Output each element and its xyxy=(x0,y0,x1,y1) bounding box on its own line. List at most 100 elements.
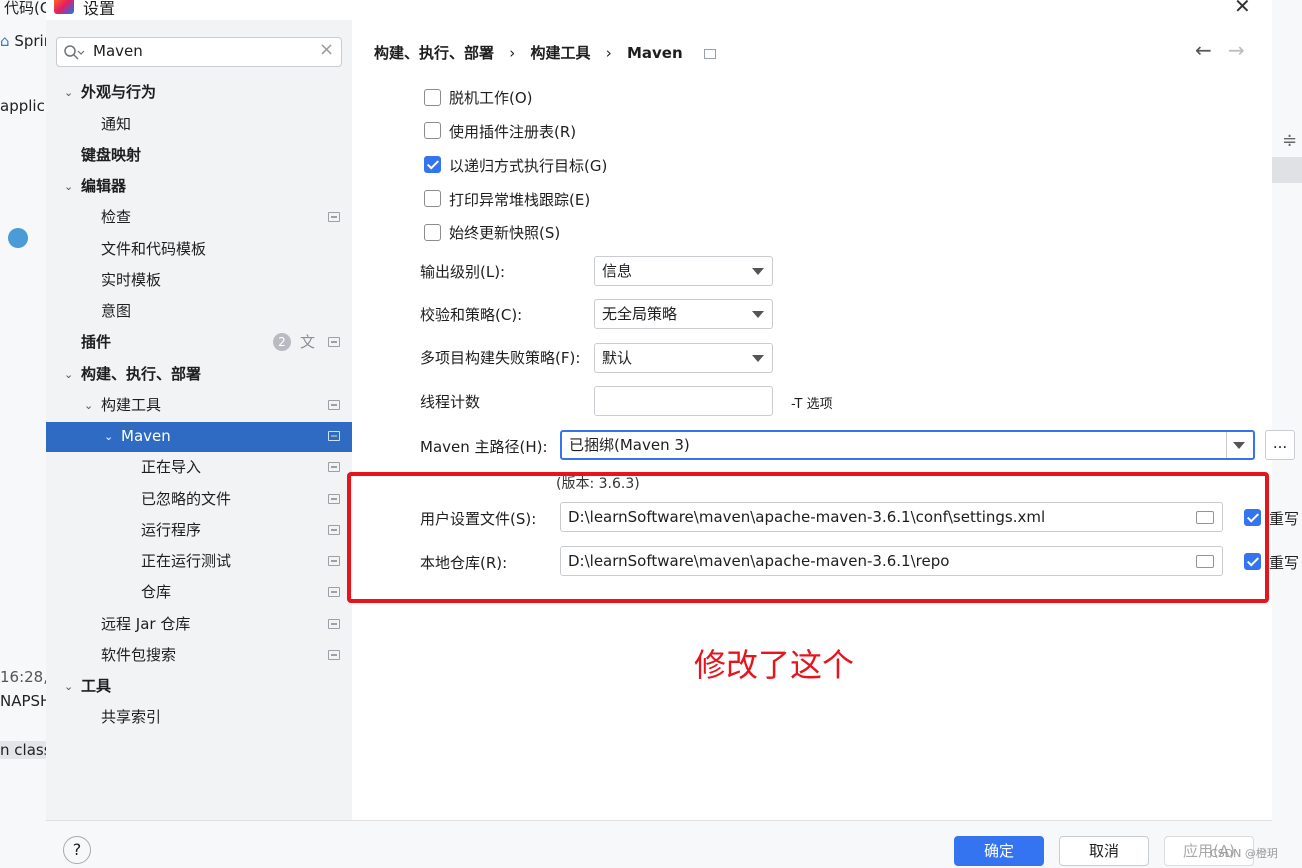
annotation-highlight-box xyxy=(347,472,1269,603)
bg-update-icon xyxy=(8,228,28,248)
offline-label: 脱机工作(O) xyxy=(449,89,533,107)
fail-policy-label: 多项目构建失败策略(F): xyxy=(420,349,581,367)
tree-item-inspections[interactable]: 检查 xyxy=(101,202,131,232)
chevron-down-icon[interactable]: ⌄ xyxy=(64,86,73,99)
close-icon[interactable]: ✕ xyxy=(1234,0,1251,18)
tree-item-package-search[interactable]: 软件包搜索 xyxy=(101,640,176,670)
clear-search-icon[interactable]: × xyxy=(319,39,334,60)
maven-home-select[interactable]: 已捆绑(Maven 3) xyxy=(560,430,1255,460)
tree-item-maven[interactable]: Maven xyxy=(121,421,171,451)
tree-item-ignored-files[interactable]: 已忽略的文件 xyxy=(141,484,231,514)
print-stacktrace-label: 打印异常堆栈跟踪(E) xyxy=(449,191,591,209)
project-scope-icon xyxy=(328,556,340,566)
output-level-select[interactable]: 信息 xyxy=(594,256,773,286)
bg-log-text: NAPSH xyxy=(0,692,46,710)
tree-item-importing[interactable]: 正在导入 xyxy=(141,452,201,482)
checksum-policy-value: 无全局策略 xyxy=(602,305,678,323)
checksum-policy-select[interactable]: 无全局策略 xyxy=(594,299,773,329)
checksum-policy-label: 校验和策略(C): xyxy=(420,306,523,324)
settings-sidebar: Maven × ⌄ 外观与行为 通知 键盘映射 ⌄ 编辑器 检查 文件和代码模板… xyxy=(46,20,352,820)
breadcrumb-item[interactable]: 构建工具 xyxy=(530,44,590,62)
project-scope-icon xyxy=(328,619,340,629)
help-icon[interactable]: ? xyxy=(63,836,91,864)
dropdown-arrow-icon xyxy=(752,268,764,275)
search-value: Maven xyxy=(93,42,143,60)
chevron-down-icon[interactable]: ⌄ xyxy=(84,399,93,412)
plugin-registry-checkbox[interactable] xyxy=(424,122,441,139)
offline-checkbox[interactable] xyxy=(424,89,441,106)
ok-button[interactable]: 确定 xyxy=(954,836,1044,866)
chevron-down-icon[interactable]: ⌄ xyxy=(104,430,113,443)
chevron-down-icon[interactable]: ⌄ xyxy=(64,180,73,193)
search-input[interactable]: Maven × xyxy=(56,37,342,67)
fail-policy-select[interactable]: 默认 xyxy=(594,343,773,373)
back-arrow-icon[interactable]: ← xyxy=(1195,38,1212,62)
bg-file-text: applic xyxy=(0,97,45,115)
project-scope-icon xyxy=(703,48,716,59)
tree-item-shared-indexes[interactable]: 共享索引 xyxy=(101,702,161,732)
chevron-down-icon[interactable]: ⌄ xyxy=(64,368,73,381)
tree-item-runner[interactable]: 运行程序 xyxy=(141,515,201,545)
project-scope-icon xyxy=(328,462,340,472)
tree-item-tools[interactable]: 工具 xyxy=(81,671,111,701)
project-scope-icon xyxy=(328,212,340,222)
output-level-label: 输出级别(L): xyxy=(420,263,506,281)
dialog-footer: ? 确定 取消 应用(A) xyxy=(46,820,1272,868)
tree-item-remote-jar[interactable]: 远程 Jar 仓库 xyxy=(101,609,190,639)
dialog-title: 设置 xyxy=(83,0,116,18)
tree-item-plugins[interactable]: 插件 xyxy=(81,327,111,357)
breadcrumb-item[interactable]: 构建、执行、部署 xyxy=(374,44,494,62)
update-snapshots-checkbox[interactable] xyxy=(424,224,441,241)
tree-item-repositories[interactable]: 仓库 xyxy=(141,577,171,607)
annotation-text: 修改了这个 xyxy=(694,646,855,684)
thread-count-label: 线程计数 xyxy=(420,393,481,411)
tree-item-build-tools[interactable]: 构建工具 xyxy=(101,390,161,420)
breadcrumb-separator: › xyxy=(509,44,516,62)
tree-item-file-templates[interactable]: 文件和代码模板 xyxy=(101,234,206,264)
user-settings-override-label: 重写 xyxy=(1269,510,1300,528)
tree-item-live-templates[interactable]: 实时模板 xyxy=(101,265,161,295)
project-scope-icon xyxy=(328,525,340,535)
breadcrumb-item: Maven xyxy=(626,44,683,62)
tree-item-notifications[interactable]: 通知 xyxy=(101,109,131,139)
bg-log-time: 16:28, xyxy=(0,668,46,686)
settings-content: 构建、执行、部署 › 构建工具 › Maven ← → 脱机工作(O) 使用插件… xyxy=(352,20,1299,820)
tree-item-build[interactable]: 构建、执行、部署 xyxy=(81,359,201,389)
translate-icon: 文 xyxy=(300,333,316,351)
tree-item-editor[interactable]: 编辑器 xyxy=(81,171,126,201)
maven-home-browse-button[interactable]: ... xyxy=(1265,430,1295,460)
update-snapshots-label: 始终更新快照(S) xyxy=(449,224,561,242)
local-repo-override-label: 重写 xyxy=(1269,554,1300,572)
dropdown-arrow-icon xyxy=(752,311,764,318)
plugins-badge: 2 xyxy=(273,333,291,351)
bg-sort-icon: ≑ xyxy=(1282,130,1298,151)
settings-dialog: 设置 ✕ Maven × ⌄ 外观与行为 通知 键盘映射 ⌄ 编辑器 检查 文件… xyxy=(46,0,1299,868)
maven-home-value: 已捆绑(Maven 3) xyxy=(569,436,690,454)
combo-divider xyxy=(1226,432,1227,458)
breadcrumb-separator: › xyxy=(605,44,612,62)
thread-count-input[interactable] xyxy=(594,386,773,416)
cancel-button[interactable]: 取消 xyxy=(1059,836,1149,866)
tree-item-intentions[interactable]: 意图 xyxy=(101,296,131,326)
bg-project-text: ⌂ Sprin xyxy=(0,32,46,50)
watermark: CSDN @橙玥 xyxy=(1210,847,1278,860)
maven-home-label: Maven 主路径(H): xyxy=(420,438,548,456)
background-ide: 代码(C ⌂ Sprin applic 16:28, NAPSH n class xyxy=(0,0,46,868)
recursive-goals-checkbox[interactable] xyxy=(424,156,441,173)
dialog-titlebar: 设置 ✕ xyxy=(46,0,1272,20)
project-scope-icon xyxy=(328,587,340,597)
tree-item-running-tests[interactable]: 正在运行测试 xyxy=(141,546,231,576)
chevron-down-icon[interactable]: ⌄ xyxy=(64,680,73,693)
forward-arrow-icon[interactable]: → xyxy=(1228,38,1245,62)
selected-row-highlight xyxy=(46,422,352,452)
thread-count-hint: -T 选项 xyxy=(791,397,833,412)
bg-log-class: n class xyxy=(0,741,46,759)
search-icon xyxy=(64,45,85,60)
bg-menu-text: 代码(C xyxy=(4,0,46,17)
breadcrumb: 构建、执行、部署 › 构建工具 › Maven xyxy=(374,42,716,63)
print-stacktrace-checkbox[interactable] xyxy=(424,190,441,207)
tree-item-keymap[interactable]: 键盘映射 xyxy=(81,140,141,170)
recursive-goals-label: 以递归方式执行目标(G) xyxy=(449,157,608,175)
tree-item-appearance[interactable]: 外观与行为 xyxy=(81,77,156,107)
output-level-value: 信息 xyxy=(602,262,633,280)
